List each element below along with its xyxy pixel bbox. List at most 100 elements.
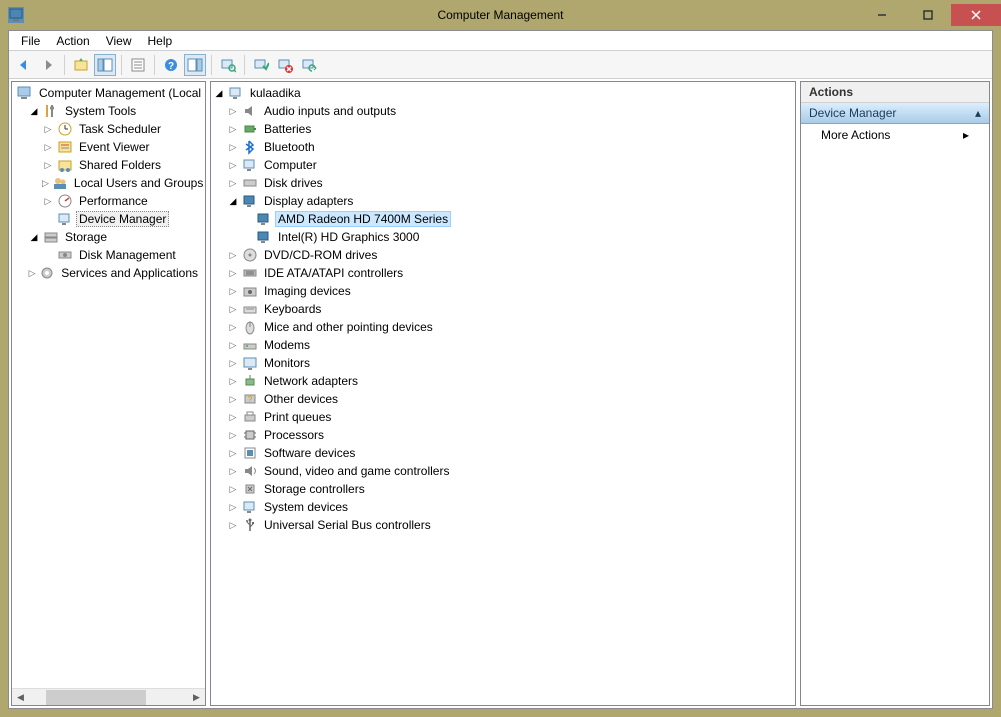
scroll-left-arrow[interactable]: ◀ <box>12 692 29 703</box>
show-hide-tree-button[interactable] <box>94 54 116 76</box>
horizontal-scrollbar[interactable]: ◀ ▶ <box>12 688 205 705</box>
expander-icon[interactable]: ▷ <box>42 160 54 171</box>
expander-icon[interactable]: ▷ <box>227 178 239 189</box>
device-category[interactable]: ▷ Storage controllers <box>211 480 795 498</box>
tree-label: Bluetooth <box>261 139 318 155</box>
disable-device-button[interactable] <box>274 54 296 76</box>
device-category[interactable]: ▷Software devices <box>211 444 795 462</box>
tree-device-manager[interactable]: Device Manager <box>12 210 205 228</box>
show-actions-button[interactable] <box>184 54 206 76</box>
expander-icon[interactable]: ▷ <box>227 160 239 171</box>
expander-icon[interactable]: ▷ <box>227 268 239 279</box>
expander-icon[interactable]: ▷ <box>227 430 239 441</box>
enable-device-button[interactable] <box>250 54 272 76</box>
expander-open-icon[interactable]: ◢ <box>227 196 239 207</box>
help-button[interactable]: ? <box>160 54 182 76</box>
expander-icon[interactable]: ▷ <box>227 376 239 387</box>
up-button[interactable] <box>70 54 92 76</box>
menu-view[interactable]: View <box>98 32 140 50</box>
expander-icon[interactable]: ▷ <box>227 142 239 153</box>
device-category[interactable]: ▷Processors <box>211 426 795 444</box>
expander-icon[interactable]: ▷ <box>227 340 239 351</box>
expander-icon[interactable]: ▷ <box>227 394 239 405</box>
tree-performance[interactable]: ▷ Performance <box>12 192 205 210</box>
expander-icon[interactable]: ▷ <box>227 502 239 513</box>
tree-event-viewer[interactable]: ▷ Event Viewer <box>12 138 205 156</box>
device-intel-hd[interactable]: Intel(R) HD Graphics 3000 <box>211 228 795 246</box>
expander-open-icon[interactable]: ◢ <box>213 88 225 99</box>
device-category[interactable]: ▷?Other devices <box>211 390 795 408</box>
device-category[interactable]: ▷ Bluetooth <box>211 138 795 156</box>
maximize-button[interactable] <box>905 4 951 26</box>
device-category[interactable]: ▷IDE ATA/ATAPI controllers <box>211 264 795 282</box>
menu-file[interactable]: File <box>13 32 48 50</box>
tree-label: Imaging devices <box>261 283 354 299</box>
tree-task-scheduler[interactable]: ▷ Task Scheduler <box>12 120 205 138</box>
device-tree-pane[interactable]: ◢ kulaadika ▷Audio inputs and outputs ▷B… <box>210 81 796 706</box>
forward-button[interactable] <box>37 54 59 76</box>
scroll-right-arrow[interactable]: ▶ <box>188 692 205 703</box>
device-category[interactable]: ▷Audio inputs and outputs <box>211 102 795 120</box>
device-category[interactable]: ▷Keyboards <box>211 300 795 318</box>
expander-icon[interactable]: ▷ <box>227 358 239 369</box>
tree-disk-management[interactable]: Disk Management <box>12 246 205 264</box>
expander-icon[interactable]: ▷ <box>42 196 54 207</box>
menu-action[interactable]: Action <box>48 32 97 50</box>
expander-icon[interactable]: ▷ <box>42 178 49 189</box>
device-category[interactable]: ▷Modems <box>211 336 795 354</box>
close-button[interactable] <box>951 4 1001 26</box>
titlebar[interactable]: Computer Management <box>0 0 1001 30</box>
expander-icon[interactable]: ▷ <box>42 142 54 153</box>
tree-root[interactable]: Computer Management (Local <box>12 84 205 102</box>
update-driver-button[interactable] <box>298 54 320 76</box>
device-category[interactable]: ▷System devices <box>211 498 795 516</box>
tree-storage[interactable]: ◢ Storage <box>12 228 205 246</box>
device-category[interactable]: ▷Universal Serial Bus controllers <box>211 516 795 534</box>
actions-more[interactable]: More Actions ▸ <box>801 124 989 146</box>
performance-icon <box>57 193 73 209</box>
device-category[interactable]: ▷Mice and other pointing devices <box>211 318 795 336</box>
expander-icon[interactable]: ▷ <box>227 304 239 315</box>
expander-icon[interactable]: ▷ <box>28 268 36 279</box>
scan-hardware-button[interactable] <box>217 54 239 76</box>
tree-system-tools[interactable]: ◢ System Tools <box>12 102 205 120</box>
device-category[interactable]: ▷Disk drives <box>211 174 795 192</box>
device-display-adapters[interactable]: ◢Display adapters <box>211 192 795 210</box>
expander-icon[interactable]: ▷ <box>227 286 239 297</box>
device-root[interactable]: ◢ kulaadika <box>211 84 795 102</box>
device-category[interactable]: ▷DVD/CD-ROM drives <box>211 246 795 264</box>
device-category[interactable]: ▷Network adapters <box>211 372 795 390</box>
tree-local-users[interactable]: ▷ Local Users and Groups <box>12 174 205 192</box>
device-amd-radeon[interactable]: AMD Radeon HD 7400M Series <box>211 210 795 228</box>
device-category[interactable]: ▷Batteries <box>211 120 795 138</box>
device-category[interactable]: ▷Sound, video and game controllers <box>211 462 795 480</box>
actions-section-device-manager[interactable]: Device Manager ▴ <box>801 103 989 124</box>
console-tree[interactable]: Computer Management (Local ◢ System Tool… <box>12 82 205 688</box>
expander-icon[interactable]: ▷ <box>227 484 239 495</box>
collapse-icon[interactable]: ▴ <box>975 106 981 120</box>
expander-icon[interactable]: ▷ <box>42 124 54 135</box>
tree-services-apps[interactable]: ▷ Services and Applications <box>12 264 205 282</box>
expander-icon[interactable]: ▷ <box>227 322 239 333</box>
device-category[interactable]: ▷ Imaging devices <box>211 282 795 300</box>
tree-label: Storage controllers <box>261 481 368 497</box>
expander-icon[interactable]: ▷ <box>227 106 239 117</box>
expander-open-icon[interactable]: ◢ <box>28 106 40 117</box>
device-category[interactable]: ▷Print queues <box>211 408 795 426</box>
tree-shared-folders[interactable]: ▷ Shared Folders <box>12 156 205 174</box>
expander-icon[interactable]: ▷ <box>227 448 239 459</box>
expander-icon[interactable]: ▷ <box>227 250 239 261</box>
back-button[interactable] <box>13 54 35 76</box>
expander-icon[interactable]: ▷ <box>227 412 239 423</box>
scroll-thumb[interactable] <box>46 690 146 705</box>
expander-open-icon[interactable]: ◢ <box>28 232 40 243</box>
expander-icon[interactable]: ▷ <box>227 466 239 477</box>
minimize-button[interactable] <box>859 4 905 26</box>
properties-button[interactable] <box>127 54 149 76</box>
storage-icon <box>43 229 59 245</box>
device-category[interactable]: ▷Monitors <box>211 354 795 372</box>
expander-icon[interactable]: ▷ <box>227 124 239 135</box>
expander-icon[interactable]: ▷ <box>227 520 239 531</box>
device-category[interactable]: ▷Computer <box>211 156 795 174</box>
menu-help[interactable]: Help <box>140 32 181 50</box>
